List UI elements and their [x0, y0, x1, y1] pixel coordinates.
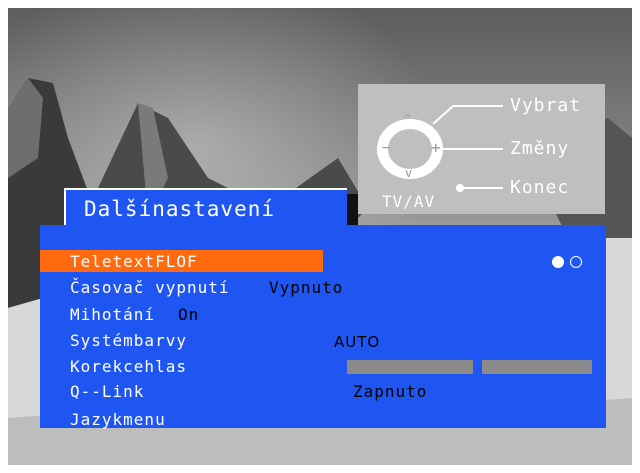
- menu-item-label: Q--Link: [70, 382, 145, 401]
- sleep-timer-value: Vypnuto: [269, 278, 344, 297]
- sound-correction-bar-left[interactable]: [347, 360, 473, 374]
- menu-item-label: Mihotání: [70, 305, 156, 324]
- hint-source-key-label: TV/AV: [382, 192, 436, 211]
- menu-item-menu-language[interactable]: Jazykmenu: [40, 408, 240, 430]
- hint-change-label: Změny: [510, 138, 570, 159]
- menu-item-teletext-flof[interactable]: TeletextFLOF: [40, 250, 323, 272]
- menu-item-color-system[interactable]: Systémbarvy: [40, 329, 240, 351]
- menu-item-label: TeletextFLOF: [70, 252, 198, 271]
- menu-title: Dalšínastavení: [84, 197, 276, 221]
- toggle-on-indicator-icon[interactable]: [552, 256, 564, 268]
- plus-glyph: +: [431, 138, 442, 157]
- q-link-value: Zapnuto: [353, 382, 428, 401]
- toggle-off-indicator-icon[interactable]: [570, 256, 582, 268]
- menu-item-sound-correction[interactable]: Korekcehlas: [40, 355, 240, 377]
- hint-exit-label: Konec: [510, 177, 570, 198]
- remote-hint-panel: ^ v − + Vybrat Změny TV/AV Konec: [358, 84, 605, 214]
- settings-menu: TeletextFLOF Časovač vypnutí Vypnuto Mih…: [40, 225, 606, 430]
- menu-item-label: Systémbarvy: [70, 331, 187, 350]
- hint-select-label: Vybrat: [510, 95, 582, 116]
- sound-correction-bar-right[interactable]: [482, 360, 592, 374]
- menu-item-label: Časovač vypnutí: [70, 278, 230, 297]
- tv-screen: ^ v − + Vybrat Změny TV/AV Konec Dalšína…: [8, 8, 632, 465]
- flicker-value: On: [178, 305, 200, 324]
- menu-item-label: Jazykmenu: [70, 410, 166, 429]
- down-arrow-glyph: v: [405, 166, 414, 180]
- menu-item-q-link[interactable]: Q--Link: [40, 380, 240, 402]
- color-system-value: AUTO: [334, 333, 381, 351]
- menu-item-label: Korekcehlas: [70, 357, 187, 376]
- minus-glyph: −: [382, 140, 392, 156]
- up-arrow-glyph: ^: [404, 112, 413, 126]
